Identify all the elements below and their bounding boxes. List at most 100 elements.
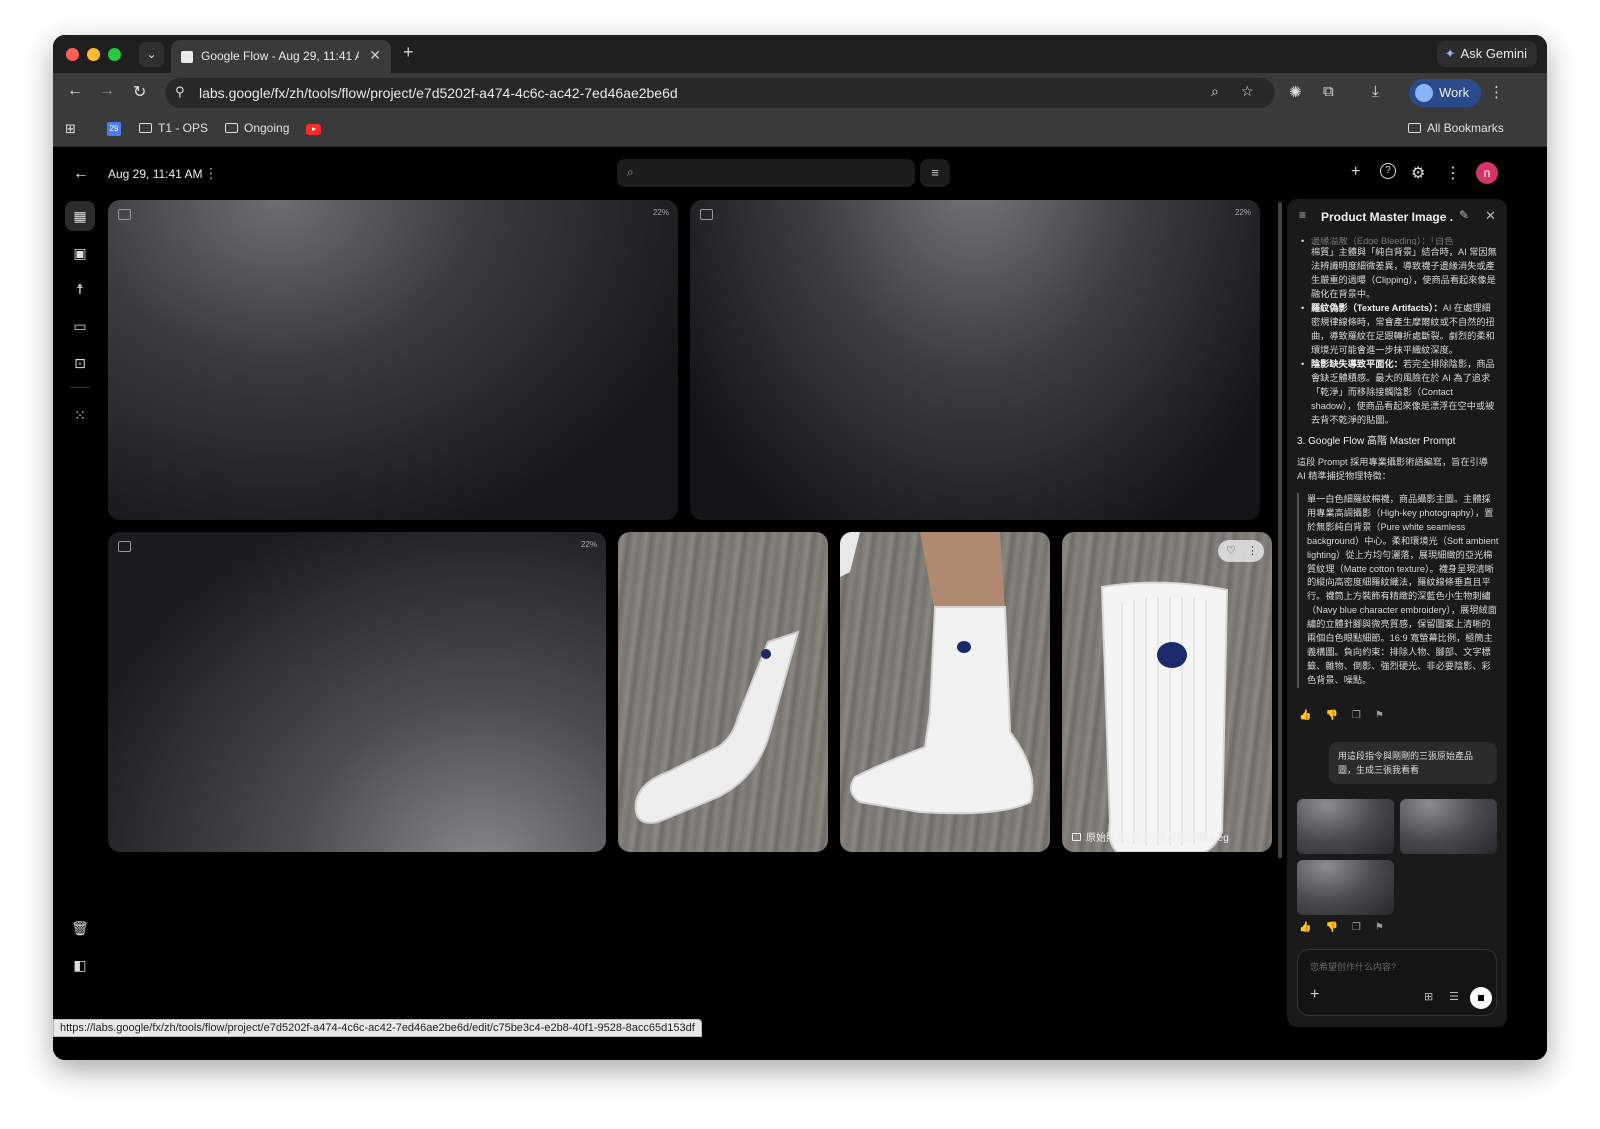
folder-icon — [225, 123, 238, 133]
edit-icon[interactable]: ✎ — [1459, 208, 1469, 222]
assistant-panel: ≡ Product Master Image ... ✎ ✕ 邊緣溢散（Edge… — [1287, 199, 1507, 1027]
close-window-button[interactable] — [66, 48, 79, 61]
minimize-window-button[interactable] — [87, 48, 100, 61]
openai-extension-icon[interactable]: ✺ — [1289, 83, 1302, 101]
url-text[interactable]: labs.google/fx/zh/tools/flow/project/e7d… — [199, 85, 678, 101]
profile-button[interactable]: Work — [1409, 79, 1482, 107]
thumbs-up-icon[interactable]: 👍 — [1299, 710, 1325, 721]
tab-close-icon[interactable]: ✕ — [369, 47, 381, 64]
response-faded-line: 邊緣溢散（Edge Bleeding）：「白色 — [1297, 237, 1499, 245]
filter-button[interactable]: ≡ — [920, 159, 950, 187]
generating-image-tile[interactable]: 22% — [690, 200, 1260, 520]
folder-icon — [1408, 123, 1421, 133]
help-icon[interactable]: ? — [1380, 163, 1396, 179]
prompt-composer[interactable]: 您希望创作什么内容? + ⊞ ☰ — [1297, 949, 1497, 1016]
calendar-bookmark-icon[interactable]: 29 — [107, 122, 121, 136]
user-message: 用這段指令與剛剛的三張原始產品圖，生成三張我看看 — [1329, 742, 1497, 784]
bookmark-label: T1 - OPS — [158, 121, 209, 135]
flow-app: ← Aug 29, 11:41 AM ⋮ ⌕ ≡ + ? ⚙ ⋮ n ▦ ▣ ☨… — [53, 147, 1547, 1060]
forward-arrow-icon[interactable]: → — [99, 82, 115, 100]
add-image-icon[interactable]: ⊞ — [1424, 990, 1433, 1003]
tile-menu-icon[interactable]: ⋮ — [1247, 545, 1258, 557]
tile-actions[interactable]: ♡ ⋮ — [1218, 540, 1264, 562]
sock-on-foot-photo-tile[interactable] — [840, 532, 1050, 852]
file-name-label: 原始照片_襪子_商品細節圖.jpeg — [1072, 829, 1229, 844]
generation-progress: 22% — [1234, 208, 1251, 217]
add-icon[interactable]: + — [1351, 163, 1360, 181]
new-tab-button[interactable]: + — [403, 42, 414, 63]
settings-sliders-icon[interactable]: ☰ — [1449, 990, 1459, 1003]
bookmark-star-icon[interactable]: ☆ — [1241, 83, 1254, 100]
generated-thumbnail[interactable] — [1297, 799, 1394, 854]
add-attachment-icon[interactable]: + — [1310, 986, 1319, 1004]
project-title[interactable]: Aug 29, 11:41 AM — [108, 167, 203, 181]
copy-icon[interactable]: ❐ — [1352, 710, 1375, 721]
stop-generation-button[interactable] — [1470, 987, 1492, 1009]
downloads-icon[interactable]: ⤓ — [1372, 83, 1379, 100]
panel-menu-icon[interactable]: ≡ — [1299, 208, 1306, 222]
apps-grid-icon[interactable]: ⊞ — [65, 121, 76, 137]
image-icon — [118, 209, 131, 220]
copy-icon[interactable]: ❐ — [1352, 922, 1375, 933]
grid-scrollbar[interactable] — [1278, 202, 1282, 858]
bookmark-folder-ongoing[interactable]: Ongoing — [225, 121, 289, 135]
sock-photo-tile[interactable] — [618, 532, 828, 852]
generating-image-tile[interactable]: 22% — [108, 532, 606, 852]
address-bar[interactable]: ⚲ labs.google/fx/zh/tools/flow/project/e… — [165, 78, 1275, 108]
favorite-heart-icon[interactable]: ♡ — [1226, 545, 1236, 557]
response-paragraph: 棉質」主體與「純白背景」結合時，AI 常因無法辨識明度細微差異，導致襪子邊緣消失… — [1311, 247, 1497, 299]
sock-detail-image — [1100, 581, 1229, 852]
feedback-row: 👍👎❐⚑ — [1299, 710, 1398, 721]
upload-folder-icon[interactable]: ⊡ — [65, 348, 95, 378]
site-settings-icon[interactable]: ⚲ — [175, 84, 185, 100]
folder-icon — [139, 123, 152, 133]
user-avatar[interactable]: n — [1476, 162, 1498, 184]
scenes-clapper-icon[interactable]: ▭ — [65, 311, 95, 341]
flag-icon[interactable]: ⚑ — [1375, 710, 1398, 721]
browser-menu-icon[interactable]: ⋮ — [1489, 83, 1504, 101]
extensions-puzzle-icon[interactable]: ⧉ — [1323, 83, 1334, 100]
youtube-bookmark-icon[interactable] — [306, 124, 321, 135]
bullet-label: 陰影缺失導致平面化： — [1311, 359, 1403, 369]
prompt-input[interactable]: 您希望创作什么内容? — [1310, 960, 1396, 973]
image-icon — [1072, 833, 1081, 841]
sock-detail-photo-tile[interactable]: ♡ ⋮ 原始照片_襪子_商品細節圖.jpeg — [1062, 532, 1272, 852]
reload-icon[interactable]: ↻ — [133, 82, 146, 102]
thumbs-up-icon[interactable]: 👍 — [1299, 922, 1325, 933]
page-favicon-icon — [181, 51, 193, 63]
zoom-icon[interactable]: ⌕ — [1211, 83, 1219, 100]
response-bullet: 陰影缺失導致平面化：若完全排除陰影，商品會缺乏體積感。最大的風險在於 AI 為了… — [1297, 357, 1499, 427]
sock-flat-image — [634, 630, 800, 824]
file-name: 原始照片_襪子_商品細節圖.jpeg — [1086, 833, 1229, 844]
trash-icon[interactable]: 🗑 — [65, 913, 95, 943]
search-input[interactable]: ⌕ — [617, 159, 915, 187]
bookmark-folder-t1-ops[interactable]: T1 - OPS — [139, 121, 208, 135]
response-bullet: 羅紋偽影（Texture Artifacts）：AI 在處理細密規律線條時，常會… — [1297, 301, 1499, 357]
maximize-window-button[interactable] — [108, 48, 121, 61]
generated-thumbnail[interactable] — [1400, 799, 1497, 854]
tools-sparkle-grid-icon[interactable]: ⁙ — [65, 400, 95, 430]
images-icon[interactable]: ▣ — [65, 238, 95, 268]
browser-window: ⌄ Google Flow - Aug 29, 11:41 A ✕ + ✦ Ask… — [53, 35, 1547, 1060]
thumbs-down-icon[interactable]: 👎 — [1325, 710, 1351, 721]
ask-gemini-button[interactable]: ✦ Ask Gemini — [1436, 41, 1537, 67]
project-menu-icon[interactable]: ⋮ — [204, 165, 218, 182]
browser-toolbar: ← → ↻ ⚲ labs.google/fx/zh/tools/flow/pro… — [53, 73, 1547, 113]
generating-image-tile[interactable]: 22% — [108, 200, 678, 520]
tab-search-chevron-icon[interactable]: ⌄ — [139, 42, 164, 67]
browser-tab[interactable]: Google Flow - Aug 29, 11:41 A ✕ — [171, 40, 391, 73]
back-arrow-icon[interactable]: ← — [67, 82, 83, 100]
back-arrow-icon[interactable]: ← — [73, 165, 89, 183]
flag-icon[interactable]: ⚑ — [1375, 922, 1398, 933]
more-menu-icon[interactable]: ⋮ — [1445, 163, 1461, 183]
sock-worn-image — [840, 532, 1034, 815]
all-bookmarks-button[interactable]: All Bookmarks — [1408, 121, 1504, 135]
thumbs-down-icon[interactable]: 👎 — [1325, 922, 1351, 933]
generated-thumbnail[interactable] — [1297, 860, 1394, 915]
image-icon — [700, 209, 713, 220]
close-icon[interactable]: ✕ — [1485, 208, 1496, 224]
collapse-panel-icon[interactable]: ◧ — [65, 950, 95, 980]
character-icon[interactable]: ☨ — [65, 274, 95, 304]
settings-gear-icon[interactable]: ⚙ — [1411, 163, 1425, 183]
grid-view-icon[interactable]: ▦ — [65, 201, 95, 231]
